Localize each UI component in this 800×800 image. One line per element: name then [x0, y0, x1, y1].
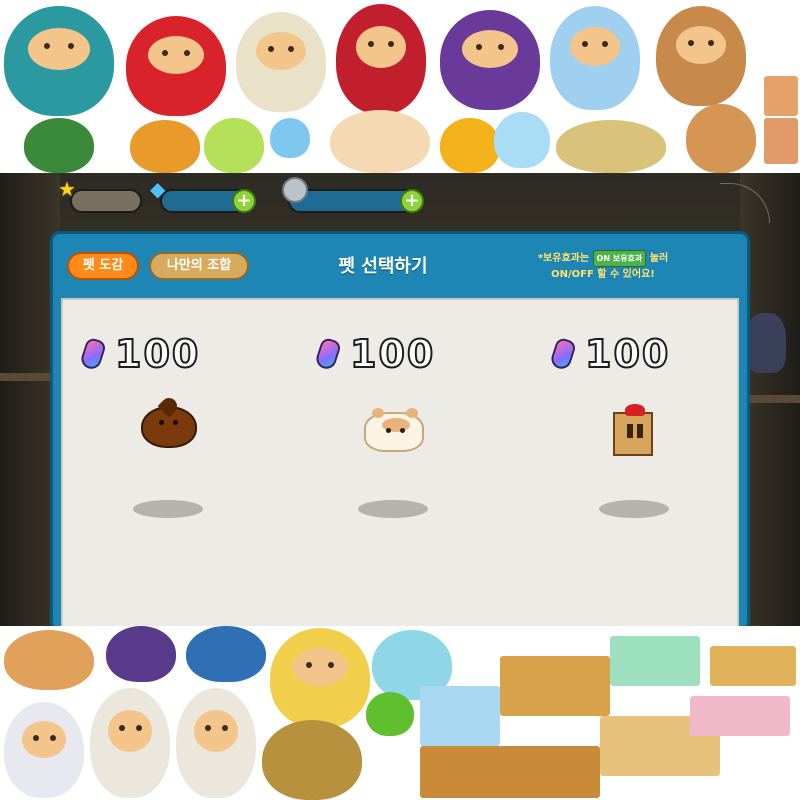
pet-price: 100	[78, 331, 201, 377]
jelly-icon	[548, 336, 578, 372]
sprite-tile	[500, 656, 610, 716]
ownership-effect-badge: ON 보유효과	[592, 250, 647, 267]
gift-box-pet	[613, 404, 653, 456]
add-gems-button[interactable]: +	[232, 189, 256, 213]
cookie-sticker	[440, 118, 500, 173]
game-scene: ★ ◆ + + 펫 도감 나만의 조합 펫 선택하기 *보유효과는 ON 보유효…	[0, 173, 800, 626]
hint-suffix: 눌러	[649, 253, 669, 264]
sticker-strip-bottom	[0, 626, 800, 800]
sprite-tile	[690, 696, 790, 736]
pet-card[interactable]: 100	[78, 300, 303, 626]
cookie-sticker	[186, 626, 266, 682]
cookie-sticker	[270, 628, 370, 728]
cookie-sticker	[550, 6, 640, 110]
apple-sticker	[366, 692, 414, 736]
cookie-sticker	[24, 118, 94, 173]
cookie-sticker	[4, 702, 84, 798]
cookie-sticker	[236, 12, 326, 112]
chestnut-pet	[141, 394, 197, 448]
sticker-strip-top	[0, 0, 800, 173]
pet-shadow	[599, 500, 669, 518]
snowflake-sticker	[494, 112, 550, 168]
pet-list: 100 100 100	[61, 298, 739, 626]
jelly-icon	[78, 336, 108, 372]
cookie-sticker	[686, 104, 756, 173]
badge-label: 보유효과	[612, 254, 643, 263]
cookie-sticker	[4, 630, 94, 690]
cookie-sticker	[4, 6, 114, 116]
cookie-sticker	[130, 120, 200, 173]
price-amount: 100	[584, 331, 671, 377]
sprite-tile	[420, 746, 600, 798]
pet-price: 100	[313, 331, 436, 377]
hamster-pet	[364, 408, 424, 452]
ownership-effect-hint: *보유효과는 ON 보유효과 눌러 ON/OFF 할 수 있어요!	[533, 250, 673, 282]
pet-shadow	[133, 500, 203, 518]
sprite-tile	[710, 646, 796, 686]
cookie-sticker	[556, 120, 666, 173]
cookie-sticker	[126, 16, 226, 116]
hint-prefix: *보유효과는	[537, 253, 590, 264]
cookie-sticker	[106, 626, 176, 682]
hint-line-2: ON/OFF 할 수 있어요!	[551, 269, 655, 280]
sprite-tile	[764, 118, 798, 164]
jelly-icon	[313, 336, 343, 372]
gem-icon: ◆	[150, 177, 166, 201]
tab-pet-book[interactable]: 펫 도감	[67, 252, 139, 280]
badge-on-text: ON	[596, 254, 611, 263]
cookie-sticker	[440, 10, 540, 110]
sprite-tile	[420, 686, 500, 746]
sprite-tile	[610, 636, 700, 686]
pet-shadow	[358, 500, 428, 518]
star-icon: ★	[58, 177, 76, 201]
panel-title: 펫 선택하기	[338, 256, 428, 277]
pet-card[interactable]: 100	[548, 300, 773, 626]
cookie-sticker	[330, 110, 430, 173]
coin-icon	[282, 177, 308, 203]
cookie-sticker	[656, 6, 746, 106]
price-amount: 100	[349, 331, 436, 377]
price-amount: 100	[114, 331, 201, 377]
snowflake-sticker	[270, 118, 310, 158]
cookie-sticker	[90, 688, 170, 798]
cookie-sticker	[262, 720, 362, 800]
pet-card[interactable]: 100	[313, 300, 538, 626]
sprite-tile	[764, 76, 798, 116]
add-coins-button[interactable]: +	[400, 189, 424, 213]
cookie-sticker	[176, 688, 256, 798]
star-counter	[70, 189, 142, 213]
cookie-sticker	[204, 118, 264, 173]
pet-select-panel: 펫 도감 나만의 조합 펫 선택하기 *보유효과는 ON 보유효과 눌러 ON/…	[50, 231, 750, 626]
tab-my-combo[interactable]: 나만의 조합	[149, 252, 249, 280]
cookie-sticker	[336, 4, 426, 114]
pet-price: 100	[548, 331, 671, 377]
